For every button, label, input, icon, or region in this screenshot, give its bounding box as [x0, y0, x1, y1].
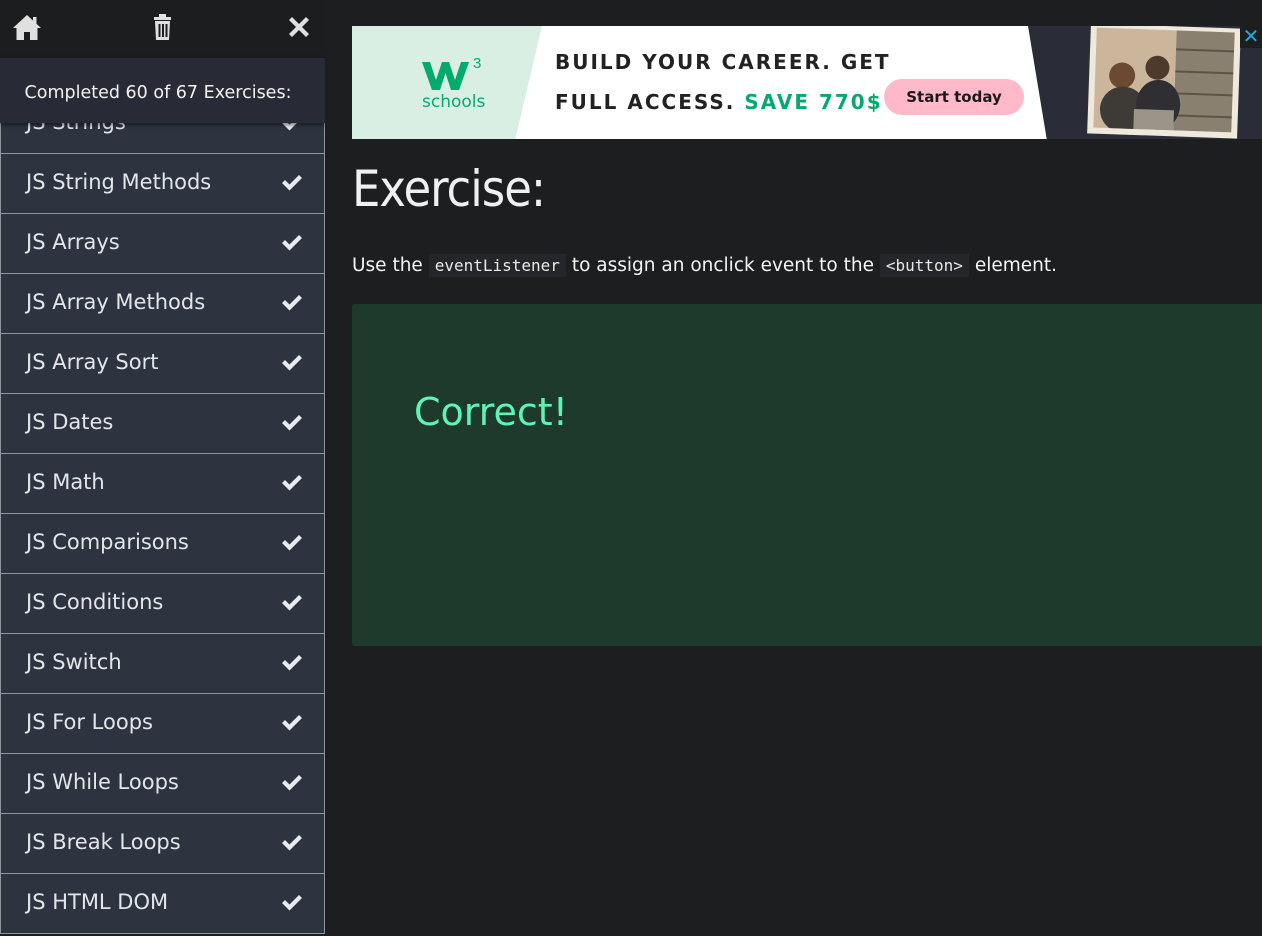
sidebar-item[interactable]: JS While Loops — [0, 753, 325, 813]
sidebar-item[interactable]: JS Switch — [0, 633, 325, 693]
sidebar-item[interactable]: JS Comparisons — [0, 513, 325, 573]
logo-superscript: 3 — [473, 55, 481, 72]
close-icon[interactable] — [284, 12, 314, 42]
result-message: Correct! — [414, 390, 568, 434]
checkmark-icon — [282, 715, 302, 731]
checkmark-icon — [282, 895, 302, 911]
sidebar-item-label: JS Break Loops — [26, 830, 181, 854]
laptop — [1133, 108, 1174, 131]
instruction-text: element. — [974, 255, 1057, 276]
home-icon[interactable] — [12, 12, 42, 42]
ad-subheadline-prefix: FULL ACCESS. — [555, 90, 736, 114]
exercise-list: JS StringsJS String MethodsJS ArraysJS A… — [0, 93, 325, 934]
ad-headline: BUILD YOUR CAREER. GET — [555, 50, 891, 74]
sidebar-item-label: JS Array Sort — [26, 350, 159, 374]
checkmark-icon — [282, 235, 302, 251]
sidebar-item-label: JS HTML DOM — [26, 890, 169, 914]
ad-close-button[interactable]: ✕ — [1240, 26, 1262, 48]
sidebar-item[interactable]: JS Break Loops — [0, 813, 325, 873]
sidebar-item[interactable]: JS Conditions — [0, 573, 325, 633]
ad-save-text: SAVE 770$ — [744, 90, 883, 114]
sidebar-item-label: JS Switch — [26, 650, 122, 674]
checkmark-icon — [282, 595, 302, 611]
person-head — [1108, 62, 1136, 89]
progress-text: Completed 60 of 67 Exercises: — [24, 83, 292, 103]
sidebar-item-label: JS Comparisons — [26, 530, 189, 554]
code-snippet: <button> — [879, 254, 969, 277]
sidebar-item-label: JS Dates — [26, 410, 114, 434]
sidebar-item-label: JS Array Methods — [26, 290, 206, 314]
exercise-instructions: Use the eventListener to assign an oncli… — [352, 254, 1057, 277]
bookshelf — [1173, 30, 1235, 133]
sidebar-item-label: JS String Methods — [26, 170, 212, 194]
person-head — [1145, 55, 1170, 81]
code-snippet: eventListener — [428, 254, 566, 277]
result-panel: Correct! — [352, 304, 1262, 646]
sidebar-item[interactable]: JS Arrays — [0, 213, 325, 273]
ad-logo-text: schools — [422, 92, 486, 112]
sidebar-item-label: JS For Loops — [26, 710, 153, 734]
trash-icon[interactable] — [148, 12, 178, 42]
ad-banner[interactable]: 3 schools BUILD YOUR CAREER. GET FULL AC… — [352, 26, 1262, 139]
exercise-sidebar: JS StringsJS String MethodsJS ArraysJS A… — [0, 0, 325, 936]
start-today-button[interactable]: Start today — [884, 79, 1024, 115]
instruction-text: Use the — [352, 255, 423, 276]
checkmark-icon — [282, 835, 302, 851]
ad-photo — [1087, 26, 1241, 139]
checkmark-icon — [282, 655, 302, 671]
checkmark-icon — [282, 295, 302, 311]
sidebar-item[interactable]: JS String Methods — [0, 153, 325, 213]
sidebar-item-label: JS While Loops — [26, 770, 179, 794]
sidebar-toolbar — [0, 0, 325, 58]
sidebar-item[interactable]: JS Dates — [0, 393, 325, 453]
checkmark-icon — [282, 535, 302, 551]
sidebar-item[interactable]: JS Array Sort — [0, 333, 325, 393]
ad-subheadline: FULL ACCESS. SAVE 770$ — [555, 90, 883, 114]
sidebar-item[interactable]: JS Array Methods — [0, 273, 325, 333]
checkmark-icon — [282, 775, 302, 791]
sidebar-item[interactable]: JS HTML DOM — [0, 873, 325, 934]
checkmark-icon — [282, 175, 302, 191]
instruction-text: to assign an onclick event to the — [571, 255, 874, 276]
page-title: Exercise: — [352, 160, 546, 218]
checkmark-icon — [282, 355, 302, 371]
sidebar-item[interactable]: JS Math — [0, 453, 325, 513]
sidebar-item-label: JS Conditions — [26, 590, 164, 614]
sidebar-item-label: JS Math — [26, 470, 105, 494]
progress-header: Completed 60 of 67 Exercises: — [0, 58, 325, 123]
sidebar-item[interactable]: JS For Loops — [0, 693, 325, 753]
checkmark-icon — [282, 475, 302, 491]
checkmark-icon — [282, 415, 302, 431]
sidebar-item-label: JS Arrays — [26, 230, 120, 254]
ad-photo-image — [1093, 27, 1235, 133]
